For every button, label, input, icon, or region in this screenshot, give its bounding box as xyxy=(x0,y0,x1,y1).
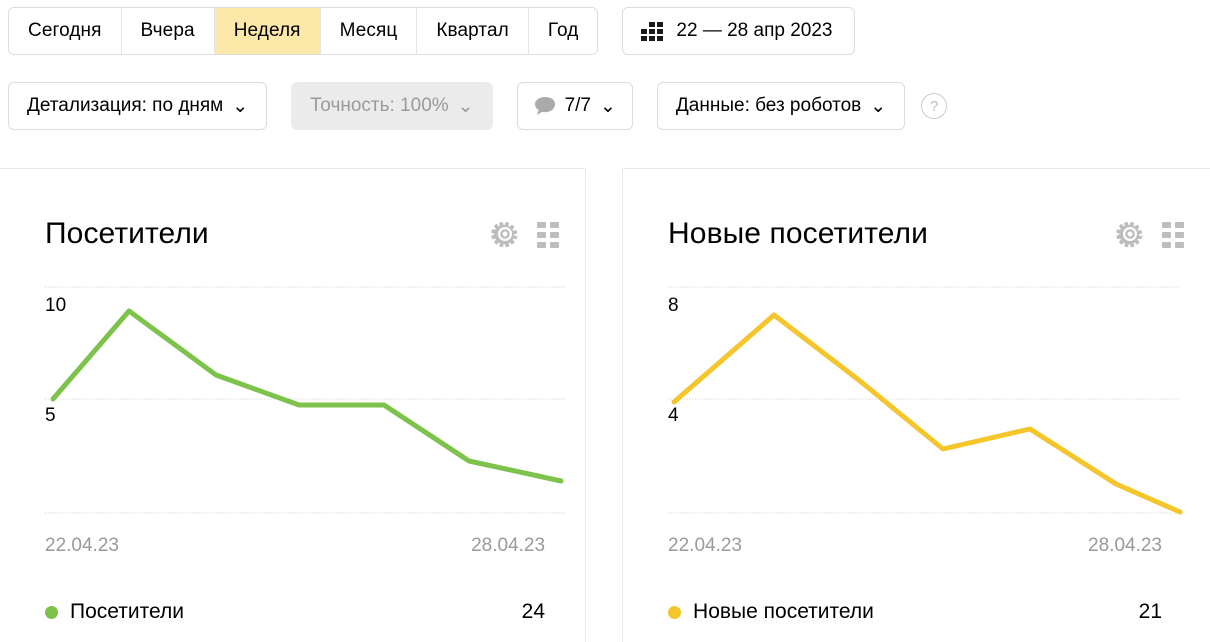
page-title: Новые посетители xyxy=(668,217,928,250)
x-axis-end-label: 28.04.23 xyxy=(471,535,546,556)
grid-view-icon[interactable] xyxy=(537,222,560,248)
series-line-visitors xyxy=(50,308,564,484)
speech-bubble-icon xyxy=(534,97,555,115)
detalization-label: Детализация: по дням xyxy=(27,95,224,116)
legend-value: 24 xyxy=(521,600,546,623)
accuracy-dropdown[interactable]: Точность: 100% ⌄ xyxy=(291,82,493,130)
chevron-down-icon: ⌄ xyxy=(870,95,887,117)
period-tab-today[interactable]: Сегодня xyxy=(9,8,122,54)
calendar-grid-icon xyxy=(641,21,664,41)
date-range-label: 22 — 28 апр 2023 xyxy=(676,20,833,41)
date-range-button[interactable]: 22 — 28 апр 2023 xyxy=(622,7,855,55)
legend-value: 21 xyxy=(1138,600,1162,623)
chevron-down-icon: ⌄ xyxy=(232,95,249,117)
x-axis-labels: 22.04.23 28.04.23 xyxy=(0,535,585,557)
help-circle-icon[interactable]: ? xyxy=(921,93,948,119)
period-tab-year[interactable]: Год xyxy=(528,8,598,54)
filters-toolbar: Детализация: по дням ⌄ Точность: 100% ⌄ … xyxy=(8,81,948,131)
widget-header: Посетители xyxy=(0,169,585,251)
widget-visitors: Посетители 10 5 22.04.23 28.04.23 Посети… xyxy=(0,168,587,642)
x-axis-start-label: 22.04.23 xyxy=(668,535,742,556)
widgets-container: Посетители 10 5 22.04.23 28.04.23 Посети… xyxy=(0,168,1210,642)
data-filter-label: Данные: без роботов xyxy=(675,95,862,116)
period-tab-month[interactable]: Месяц xyxy=(320,8,418,54)
period-selector: Сегодня Вчера Неделя Месяц Квартал Год xyxy=(8,7,599,55)
x-axis-end-label: 28.04.23 xyxy=(1088,535,1162,556)
widget-actions xyxy=(1116,220,1184,248)
page-title: Посетители xyxy=(45,217,209,250)
gear-icon[interactable] xyxy=(491,220,519,248)
chevron-down-icon: ⌄ xyxy=(457,95,474,117)
goals-label: 7/7 xyxy=(564,95,591,116)
period-tab-week[interactable]: Неделя xyxy=(214,8,321,54)
goals-dropdown[interactable]: 7/7 ⌄ xyxy=(516,82,633,130)
legend-label: Новые посетители xyxy=(693,600,874,623)
grid-view-icon[interactable] xyxy=(1162,222,1184,248)
x-axis-labels: 22.04.23 28.04.23 xyxy=(623,535,1210,557)
line-chart-visitors xyxy=(45,286,565,514)
widget-new-visitors: Новые посетители 8 4 22.04.23 28.04.23 Н… xyxy=(622,168,1210,642)
y-axis-label-10: 10 xyxy=(45,295,67,316)
legend-row[interactable]: Новые посетители 21 xyxy=(623,600,1210,624)
y-axis-label-8: 8 xyxy=(668,295,679,316)
period-toolbar: Сегодня Вчера Неделя Месяц Квартал Год 2… xyxy=(8,6,855,56)
series-line-new-visitors xyxy=(671,312,1183,515)
gear-icon[interactable] xyxy=(1116,220,1144,248)
chevron-down-icon: ⌄ xyxy=(600,95,616,117)
chart-plot-visitors: 10 5 xyxy=(0,269,585,529)
widget-actions xyxy=(491,220,560,248)
line-chart-new-visitors xyxy=(668,286,1183,515)
legend-dot-icon xyxy=(668,605,682,619)
legend-label: Посетители xyxy=(70,600,184,623)
x-axis-start-label: 22.04.23 xyxy=(45,535,119,556)
data-filter-dropdown[interactable]: Данные: без роботов ⌄ xyxy=(656,82,906,130)
y-axis-label-4: 4 xyxy=(668,405,679,426)
legend-row[interactable]: Посетители 24 xyxy=(0,600,585,624)
accuracy-label: Точность: 100% xyxy=(310,95,449,116)
period-tab-yesterday[interactable]: Вчера xyxy=(121,8,215,54)
detalization-dropdown[interactable]: Детализация: по дням ⌄ xyxy=(8,82,268,130)
widget-header: Новые посетители xyxy=(623,169,1210,251)
y-axis-label-5: 5 xyxy=(45,405,56,426)
legend-dot-icon xyxy=(45,605,58,619)
period-tab-quarter[interactable]: Квартал xyxy=(417,8,529,54)
chart-plot-new-visitors: 8 4 xyxy=(623,269,1210,529)
